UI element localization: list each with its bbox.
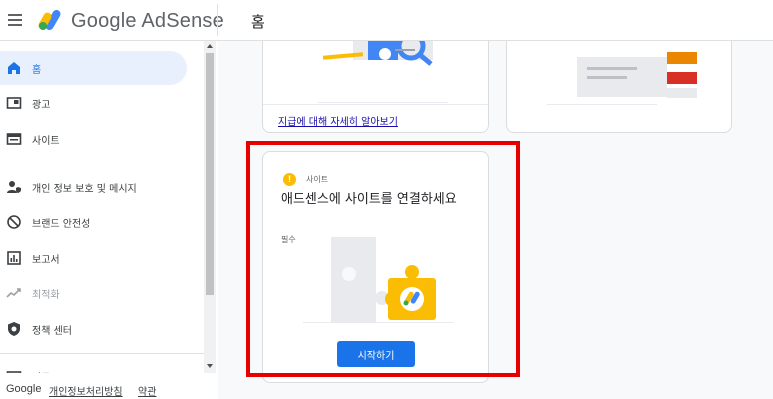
sidebar-item-brand-safety[interactable]: 브랜드 안전성 — [0, 205, 187, 239]
category-label: 사이트 — [306, 174, 329, 184]
privacy-messaging-icon — [7, 181, 21, 193]
privacy-policy-link[interactable]: 개인정보처리방침 — [49, 383, 123, 398]
footer-brand: Google — [6, 383, 42, 395]
payments-illustration — [318, 41, 448, 103]
sidebar-item-label: 개인 정보 보호 및 메시지 — [32, 183, 137, 195]
menu-icon[interactable] — [7, 11, 23, 27]
payments-card: 지급에 대해 자세히 알아보기 — [262, 41, 489, 133]
sidebar-item-label: 브랜드 안전성 — [32, 218, 91, 230]
brand-safety-icon — [7, 215, 21, 229]
sidebar-item-label: 정책 센터 — [32, 325, 72, 337]
adsense-logo[interactable] — [37, 8, 65, 32]
page-title: 홈 — [251, 13, 265, 31]
scroll-down-arrow-icon[interactable] — [207, 364, 213, 368]
puzzle-illustration — [303, 237, 453, 323]
sidebar-item-reports[interactable]: 보고서 — [0, 241, 187, 275]
card-divider — [263, 104, 488, 105]
scrollbar-thumb[interactable] — [206, 53, 214, 295]
terms-link[interactable]: 약관 — [138, 383, 156, 398]
sidebar-divider — [0, 353, 205, 354]
optimization-icon — [6, 288, 21, 298]
sidebar-item-home[interactable]: 홈 — [0, 51, 187, 85]
sidebar-item-policy-center[interactable]: 정책 센터 — [0, 312, 187, 346]
card-category: ! 사이트 — [283, 172, 328, 186]
start-button[interactable]: 시작하기 — [337, 341, 415, 367]
learn-payments-link[interactable]: 지급에 대해 자세히 알아보기 — [278, 113, 398, 128]
sites-icon — [6, 133, 22, 145]
sidebar-scrollbar[interactable] — [204, 41, 216, 373]
sidebar-item-label: 최적화 — [32, 289, 60, 301]
sidebar-item-label: 사이트 — [32, 135, 60, 147]
policy-center-icon — [8, 322, 20, 336]
sidebar-item-privacy-messaging[interactable]: 개인 정보 보호 및 메시지 — [0, 170, 187, 204]
product-name: Google AdSense — [71, 10, 224, 32]
info-card — [506, 41, 732, 133]
sidebar-item-optimization[interactable]: 최적화 — [0, 276, 187, 310]
home-icon — [8, 62, 20, 74]
sidebar-item-label: 광고 — [32, 99, 51, 111]
card-title: 애드센스에 사이트를 연결하세요 — [281, 192, 457, 207]
main-content: 지급에 대해 자세히 알아보기 ! 사이트 애드센스에 사이트를 연결하세요 필… — [218, 41, 773, 399]
sidebar-item-ads[interactable]: 광고 — [0, 86, 187, 120]
sidebar-item-sites[interactable]: 사이트 — [0, 122, 187, 156]
connect-site-card: ! 사이트 애드센스에 사이트를 연결하세요 필수 시작하기 — [262, 151, 489, 383]
required-label: 필수 — [281, 235, 296, 244]
sidebar-item-payments[interactable]: 지급 — [0, 359, 187, 373]
warning-icon: ! — [283, 172, 296, 186]
sidebar-item-label: 보고서 — [32, 254, 60, 266]
sidebar-footer: Google 개인정보처리방침 약관 — [0, 373, 217, 399]
scroll-up-arrow-icon[interactable] — [207, 44, 213, 48]
header-divider — [217, 4, 218, 36]
reports-icon — [7, 251, 21, 265]
sidebar: 홈 광고 사이트 개인 정보 보호 및 메시지 브랜드 안전성 보고서 최적화 … — [0, 41, 217, 373]
ads-icon — [6, 97, 22, 109]
info-card-illustration — [547, 52, 697, 105]
sidebar-item-label: 홈 — [32, 64, 42, 76]
top-app-bar: Google AdSense 홈 — [0, 0, 773, 41]
